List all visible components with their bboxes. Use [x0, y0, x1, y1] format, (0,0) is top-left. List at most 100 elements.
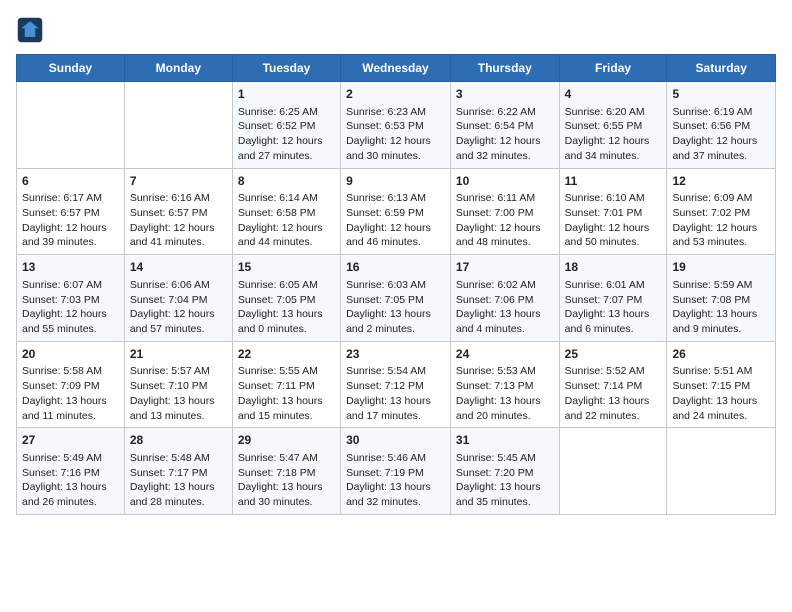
- cell-content-line: Sunrise: 5:53 AM: [456, 364, 554, 379]
- day-number: 31: [456, 432, 554, 449]
- cell-content-line: and 30 minutes.: [238, 495, 335, 510]
- day-number: 23: [346, 346, 445, 363]
- cell-content-line: and 22 minutes.: [565, 409, 662, 424]
- cell-content-line: and 53 minutes.: [672, 235, 770, 250]
- calendar-table: SundayMondayTuesdayWednesdayThursdayFrid…: [16, 54, 776, 515]
- day-number: 26: [672, 346, 770, 363]
- day-number: 6: [22, 173, 119, 190]
- calendar-cell: 24Sunrise: 5:53 AMSunset: 7:13 PMDayligh…: [450, 341, 559, 428]
- calendar-cell: [17, 82, 125, 169]
- cell-content-line: Daylight: 13 hours: [565, 394, 662, 409]
- cell-content-line: Daylight: 12 hours: [238, 134, 335, 149]
- day-number: 8: [238, 173, 335, 190]
- cell-content-line: and 41 minutes.: [130, 235, 227, 250]
- day-header-thursday: Thursday: [450, 55, 559, 82]
- cell-content-line: Sunrise: 6:02 AM: [456, 278, 554, 293]
- cell-content-line: Sunset: 7:16 PM: [22, 466, 119, 481]
- calendar-cell: 22Sunrise: 5:55 AMSunset: 7:11 PMDayligh…: [232, 341, 340, 428]
- cell-content-line: Sunset: 6:56 PM: [672, 119, 770, 134]
- day-number: 24: [456, 346, 554, 363]
- cell-content-line: Daylight: 12 hours: [22, 307, 119, 322]
- cell-content-line: and 34 minutes.: [565, 149, 662, 164]
- day-number: 5: [672, 86, 770, 103]
- cell-content-line: and 0 minutes.: [238, 322, 335, 337]
- cell-content-line: and 55 minutes.: [22, 322, 119, 337]
- cell-content-line: Sunrise: 6:05 AM: [238, 278, 335, 293]
- calendar-week-1: 1Sunrise: 6:25 AMSunset: 6:52 PMDaylight…: [17, 82, 776, 169]
- cell-content-line: and 13 minutes.: [130, 409, 227, 424]
- day-number: 29: [238, 432, 335, 449]
- day-number: 21: [130, 346, 227, 363]
- calendar-cell: 12Sunrise: 6:09 AMSunset: 7:02 PMDayligh…: [667, 168, 776, 255]
- cell-content-line: Sunrise: 6:06 AM: [130, 278, 227, 293]
- cell-content-line: and 46 minutes.: [346, 235, 445, 250]
- cell-content-line: Sunrise: 6:14 AM: [238, 191, 335, 206]
- day-number: 30: [346, 432, 445, 449]
- cell-content-line: and 57 minutes.: [130, 322, 227, 337]
- calendar-week-2: 6Sunrise: 6:17 AMSunset: 6:57 PMDaylight…: [17, 168, 776, 255]
- day-number: 1: [238, 86, 335, 103]
- calendar-cell: 7Sunrise: 6:16 AMSunset: 6:57 PMDaylight…: [124, 168, 232, 255]
- calendar-week-4: 20Sunrise: 5:58 AMSunset: 7:09 PMDayligh…: [17, 341, 776, 428]
- cell-content-line: Sunset: 6:54 PM: [456, 119, 554, 134]
- cell-content-line: Sunrise: 5:54 AM: [346, 364, 445, 379]
- cell-content-line: Sunset: 7:06 PM: [456, 293, 554, 308]
- cell-content-line: Daylight: 13 hours: [456, 394, 554, 409]
- day-number: 20: [22, 346, 119, 363]
- calendar-cell: 4Sunrise: 6:20 AMSunset: 6:55 PMDaylight…: [559, 82, 667, 169]
- cell-content-line: Sunset: 7:05 PM: [346, 293, 445, 308]
- cell-content-line: Sunset: 7:20 PM: [456, 466, 554, 481]
- day-number: 25: [565, 346, 662, 363]
- calendar-cell: 28Sunrise: 5:48 AMSunset: 7:17 PMDayligh…: [124, 428, 232, 515]
- day-number: 16: [346, 259, 445, 276]
- cell-content-line: Sunset: 7:17 PM: [130, 466, 227, 481]
- cell-content-line: Daylight: 13 hours: [238, 480, 335, 495]
- cell-content-line: Sunset: 7:12 PM: [346, 379, 445, 394]
- cell-content-line: Daylight: 13 hours: [346, 480, 445, 495]
- cell-content-line: Daylight: 12 hours: [456, 134, 554, 149]
- cell-content-line: Sunrise: 6:07 AM: [22, 278, 119, 293]
- calendar-cell: 9Sunrise: 6:13 AMSunset: 6:59 PMDaylight…: [341, 168, 451, 255]
- day-number: 28: [130, 432, 227, 449]
- day-number: 10: [456, 173, 554, 190]
- cell-content-line: Sunrise: 5:52 AM: [565, 364, 662, 379]
- calendar-cell: [124, 82, 232, 169]
- day-number: 9: [346, 173, 445, 190]
- cell-content-line: Daylight: 12 hours: [456, 221, 554, 236]
- cell-content-line: Daylight: 12 hours: [672, 134, 770, 149]
- calendar-cell: 20Sunrise: 5:58 AMSunset: 7:09 PMDayligh…: [17, 341, 125, 428]
- cell-content-line: Sunrise: 5:55 AM: [238, 364, 335, 379]
- cell-content-line: and 6 minutes.: [565, 322, 662, 337]
- calendar-cell: 26Sunrise: 5:51 AMSunset: 7:15 PMDayligh…: [667, 341, 776, 428]
- day-number: 7: [130, 173, 227, 190]
- cell-content-line: Sunrise: 6:16 AM: [130, 191, 227, 206]
- cell-content-line: Sunrise: 5:46 AM: [346, 451, 445, 466]
- day-number: 27: [22, 432, 119, 449]
- cell-content-line: and 24 minutes.: [672, 409, 770, 424]
- cell-content-line: Daylight: 13 hours: [238, 307, 335, 322]
- calendar-cell: 19Sunrise: 5:59 AMSunset: 7:08 PMDayligh…: [667, 255, 776, 342]
- calendar-cell: 2Sunrise: 6:23 AMSunset: 6:53 PMDaylight…: [341, 82, 451, 169]
- cell-content-line: and 26 minutes.: [22, 495, 119, 510]
- cell-content-line: and 35 minutes.: [456, 495, 554, 510]
- cell-content-line: Sunset: 7:18 PM: [238, 466, 335, 481]
- cell-content-line: and 27 minutes.: [238, 149, 335, 164]
- cell-content-line: Sunrise: 6:11 AM: [456, 191, 554, 206]
- calendar-cell: 3Sunrise: 6:22 AMSunset: 6:54 PMDaylight…: [450, 82, 559, 169]
- cell-content-line: and 39 minutes.: [22, 235, 119, 250]
- cell-content-line: Sunrise: 6:19 AM: [672, 105, 770, 120]
- cell-content-line: Daylight: 13 hours: [346, 307, 445, 322]
- cell-content-line: Sunset: 6:52 PM: [238, 119, 335, 134]
- logo: [16, 16, 48, 44]
- cell-content-line: Sunset: 7:03 PM: [22, 293, 119, 308]
- cell-content-line: Sunset: 7:05 PM: [238, 293, 335, 308]
- day-header-wednesday: Wednesday: [341, 55, 451, 82]
- calendar-cell: 15Sunrise: 6:05 AMSunset: 7:05 PMDayligh…: [232, 255, 340, 342]
- cell-content-line: Sunrise: 6:03 AM: [346, 278, 445, 293]
- page-header: [16, 16, 776, 44]
- calendar-cell: 11Sunrise: 6:10 AMSunset: 7:01 PMDayligh…: [559, 168, 667, 255]
- calendar-cell: 30Sunrise: 5:46 AMSunset: 7:19 PMDayligh…: [341, 428, 451, 515]
- calendar-cell: [667, 428, 776, 515]
- logo-icon: [16, 16, 44, 44]
- day-number: 13: [22, 259, 119, 276]
